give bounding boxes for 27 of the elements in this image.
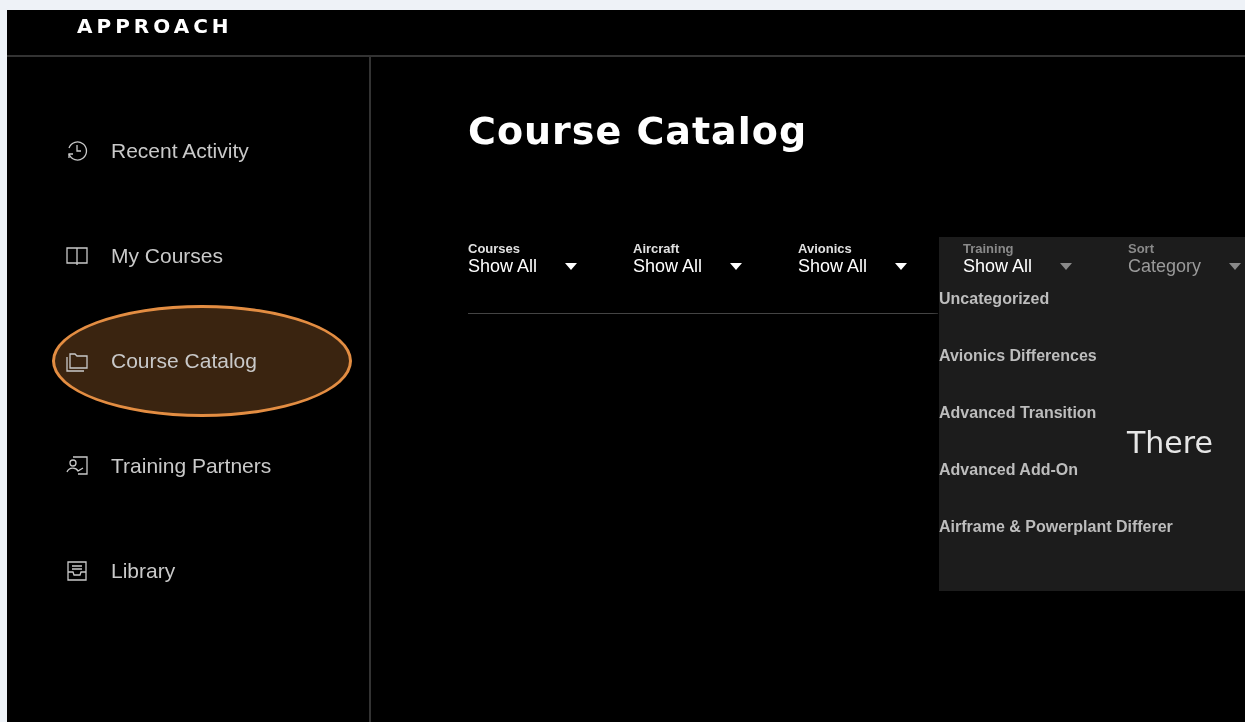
page-title: Course Catalog: [468, 109, 809, 153]
dropdown-option[interactable]: Advanced Add-On: [939, 460, 1239, 479]
sidebar-item[interactable]: Course Catalog: [52, 305, 352, 417]
clock-icon: [65, 139, 89, 163]
caret-icon: [1229, 263, 1242, 270]
filter-dropdown[interactable]: Training Show All: [963, 241, 1073, 277]
caret-icon: [895, 263, 908, 270]
caret-icon: [565, 263, 578, 270]
caret-icon: [730, 263, 743, 270]
dropdown-option[interactable]: Airframe & Powerplant Differer: [939, 517, 1239, 536]
filter-dropdown[interactable]: Courses Show All: [468, 241, 578, 277]
filter-dropdown[interactable]: Sort Category: [1128, 241, 1242, 277]
sidebar-item[interactable]: Recent Activity: [65, 129, 369, 173]
filter-dropdown[interactable]: Aircraft Show All: [633, 241, 743, 277]
sidebar-item[interactable]: Library: [65, 549, 369, 593]
book-icon: [65, 244, 89, 268]
empty-message: There: [1127, 425, 1213, 460]
sidebar-item[interactable]: My Courses: [65, 234, 369, 278]
dropdown-option[interactable]: Avionics Differences: [939, 346, 1239, 365]
filter-dropdown[interactable]: Avionics Show All: [798, 241, 908, 277]
sidebar-item[interactable]: Training Partners: [65, 444, 369, 488]
person-card-icon: [65, 454, 89, 478]
dropdown-option[interactable]: Advanced Transition: [939, 403, 1239, 422]
inbox-tray-icon: [65, 559, 89, 583]
caret-icon: [1060, 263, 1073, 270]
app-logo: APPROACH: [77, 14, 233, 38]
dropdown-option[interactable]: Uncategorized: [939, 289, 1239, 308]
